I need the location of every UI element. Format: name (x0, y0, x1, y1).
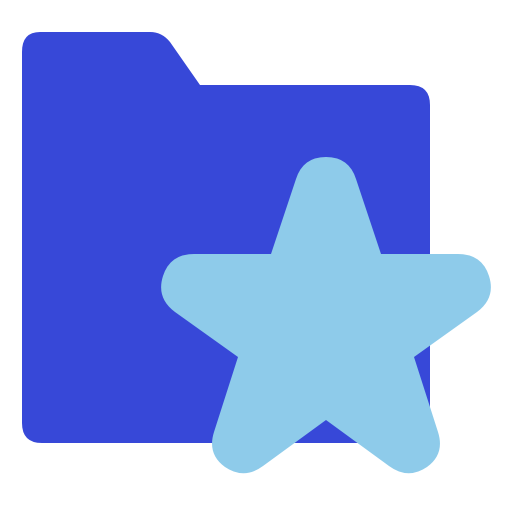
folder-star-graphic (22, 32, 491, 474)
folder-star-icon (0, 0, 512, 512)
